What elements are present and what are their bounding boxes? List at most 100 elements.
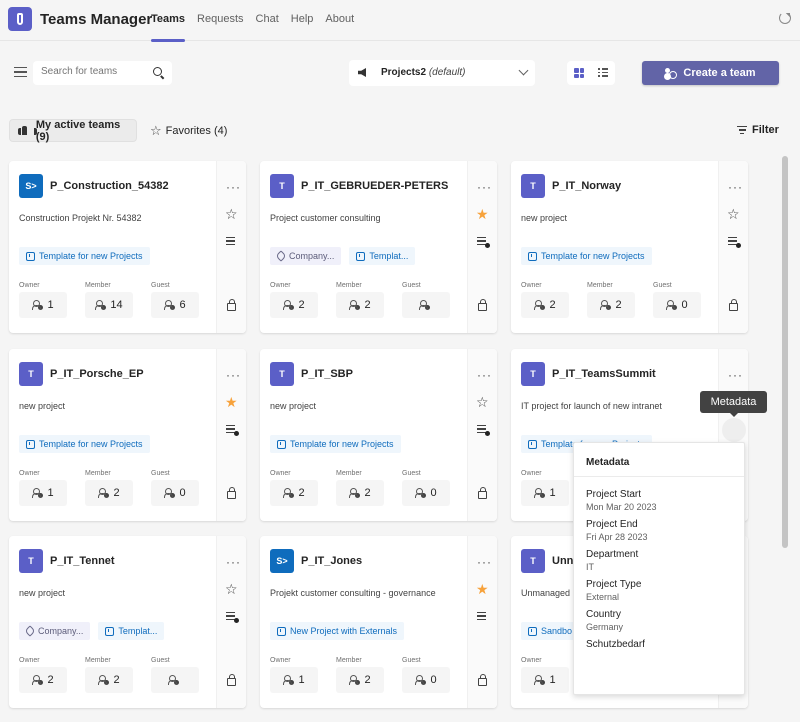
- metadata-list-icon[interactable]: [226, 612, 239, 623]
- owner-count-button[interactable]: 1: [521, 667, 569, 693]
- star-filled-icon[interactable]: ★: [476, 207, 489, 221]
- view-toggle: [567, 61, 615, 85]
- team-name[interactable]: P_IT_GEBRUEDER-PETERS: [301, 180, 448, 192]
- list-view-button[interactable]: [591, 61, 615, 85]
- nav-tab-about[interactable]: About: [325, 0, 354, 41]
- lock-icon[interactable]: [227, 674, 236, 686]
- more-options-icon[interactable]: ···: [477, 556, 492, 568]
- tab-my-active-teams[interactable]: My active teams (9): [9, 119, 137, 143]
- team-name[interactable]: P_IT_Jones: [301, 555, 362, 567]
- more-options-icon[interactable]: ···: [728, 181, 743, 193]
- guest-count-button[interactable]: 0: [402, 480, 450, 506]
- more-options-icon[interactable]: ···: [477, 181, 492, 193]
- metadata-list-icon[interactable]: [477, 612, 489, 622]
- member-count-button[interactable]: 2: [85, 667, 133, 693]
- nav-tab-requests[interactable]: Requests: [197, 0, 243, 41]
- metadata-list-icon[interactable]: [728, 237, 741, 248]
- lock-icon[interactable]: [227, 487, 236, 499]
- lock-icon[interactable]: [729, 299, 738, 311]
- more-options-icon[interactable]: ···: [226, 556, 241, 568]
- star-filled-icon[interactable]: ★: [476, 582, 489, 596]
- owner-count-button[interactable]: 1: [19, 292, 67, 318]
- team-card[interactable]: S> P_Construction_54382 Construction Pro…: [9, 161, 246, 333]
- member-count-button[interactable]: 2: [85, 480, 133, 506]
- metadata-button-hover[interactable]: [722, 418, 746, 442]
- menu-icon[interactable]: [14, 67, 27, 77]
- nav-tab-help[interactable]: Help: [291, 0, 314, 41]
- owner-count-button[interactable]: 2: [270, 480, 318, 506]
- star-icon[interactable]: ☆: [225, 207, 238, 221]
- star-icon[interactable]: ☆: [727, 207, 740, 221]
- refresh-icon[interactable]: [779, 12, 791, 24]
- guest-count-button[interactable]: [402, 292, 450, 318]
- company-chip[interactable]: Company...: [270, 247, 342, 265]
- filter-button[interactable]: Filter: [737, 124, 779, 136]
- project-selector[interactable]: Projects2 (default): [349, 60, 535, 86]
- guest-count-button[interactable]: 0: [151, 480, 199, 506]
- search-icon[interactable]: [153, 67, 162, 76]
- scrollbar[interactable]: [782, 156, 788, 548]
- owner-count-button[interactable]: 2: [19, 667, 67, 693]
- more-options-icon[interactable]: ···: [477, 369, 492, 381]
- metadata-list-icon[interactable]: [226, 237, 238, 247]
- star-filled-icon[interactable]: ★: [225, 395, 238, 409]
- template-chip[interactable]: Template for new Projects: [19, 247, 150, 265]
- more-options-icon[interactable]: ···: [226, 181, 241, 193]
- tab-favorites[interactable]: ☆ Favorites (4): [150, 119, 227, 142]
- guest-count-button[interactable]: 0: [402, 667, 450, 693]
- nav-tab-teams[interactable]: Teams: [151, 0, 186, 42]
- lock-icon[interactable]: [227, 299, 236, 311]
- team-card[interactable]: T P_IT_Norway new project Template for n…: [511, 161, 748, 333]
- nav-tab-chat[interactable]: Chat: [256, 0, 279, 41]
- search-box[interactable]: [33, 61, 172, 85]
- metadata-list-icon[interactable]: [477, 425, 490, 436]
- member-count-button[interactable]: 2: [336, 667, 384, 693]
- more-options-icon[interactable]: ···: [226, 369, 241, 381]
- owner-count-button[interactable]: 2: [270, 292, 318, 318]
- guest-count-button[interactable]: [151, 667, 199, 693]
- owner-count-button[interactable]: 2: [521, 292, 569, 318]
- team-card[interactable]: T P_IT_Porsche_EP new project Template f…: [9, 349, 246, 521]
- team-name[interactable]: P_IT_SBP: [301, 368, 353, 380]
- chip-label: Template for new Projects: [39, 439, 143, 449]
- chevron-down-icon[interactable]: [518, 65, 529, 76]
- team-name[interactable]: P_IT_Tennet: [50, 555, 115, 567]
- grid-view-button[interactable]: [567, 61, 591, 85]
- company-chip[interactable]: Company...: [19, 622, 91, 640]
- member-count-button[interactable]: 14: [85, 292, 133, 318]
- template-chip[interactable]: Template for new Projects: [270, 435, 401, 453]
- template-chip[interactable]: Template for new Projects: [19, 435, 150, 453]
- member-count-button[interactable]: 2: [336, 480, 384, 506]
- team-card[interactable]: T P_IT_GEBRUEDER-PETERS Project customer…: [260, 161, 497, 333]
- guest-count-button[interactable]: 0: [653, 292, 701, 318]
- lock-icon[interactable]: [478, 487, 487, 499]
- team-name[interactable]: P_Construction_54382: [50, 180, 169, 192]
- template-chip[interactable]: Sandbo: [521, 622, 580, 640]
- owner-count-button[interactable]: 1: [19, 480, 67, 506]
- team-name[interactable]: Unn: [552, 555, 573, 567]
- member-count-button[interactable]: 2: [587, 292, 635, 318]
- star-icon[interactable]: ☆: [225, 582, 238, 596]
- template-chip[interactable]: Templat...: [349, 247, 416, 265]
- guest-count-button[interactable]: 6: [151, 292, 199, 318]
- lock-icon[interactable]: [478, 674, 487, 686]
- owner-count-button[interactable]: 1: [270, 667, 318, 693]
- team-name[interactable]: P_IT_Porsche_EP: [50, 368, 144, 380]
- team-name[interactable]: P_IT_TeamsSummit: [552, 368, 656, 380]
- create-team-button[interactable]: Create a team: [642, 61, 779, 85]
- template-chip[interactable]: New Project with Externals: [270, 622, 405, 640]
- search-input[interactable]: [41, 66, 141, 77]
- owner-count-button[interactable]: 1: [521, 480, 569, 506]
- team-name[interactable]: P_IT_Norway: [552, 180, 621, 192]
- lock-icon[interactable]: [478, 299, 487, 311]
- template-chip[interactable]: Templat...: [98, 622, 165, 640]
- template-chip[interactable]: Template for new Projects: [521, 247, 652, 265]
- more-options-icon[interactable]: ···: [728, 369, 743, 381]
- team-card[interactable]: T P_IT_Tennet new project Company... Temp…: [9, 536, 246, 708]
- team-card[interactable]: S> P_IT_Jones Projekt customer consultin…: [260, 536, 497, 708]
- team-card[interactable]: T P_IT_SBP new project Template for new …: [260, 349, 497, 521]
- metadata-list-icon[interactable]: [477, 237, 490, 248]
- metadata-list-icon[interactable]: [226, 425, 239, 436]
- member-count-button[interactable]: 2: [336, 292, 384, 318]
- star-icon[interactable]: ☆: [476, 395, 489, 409]
